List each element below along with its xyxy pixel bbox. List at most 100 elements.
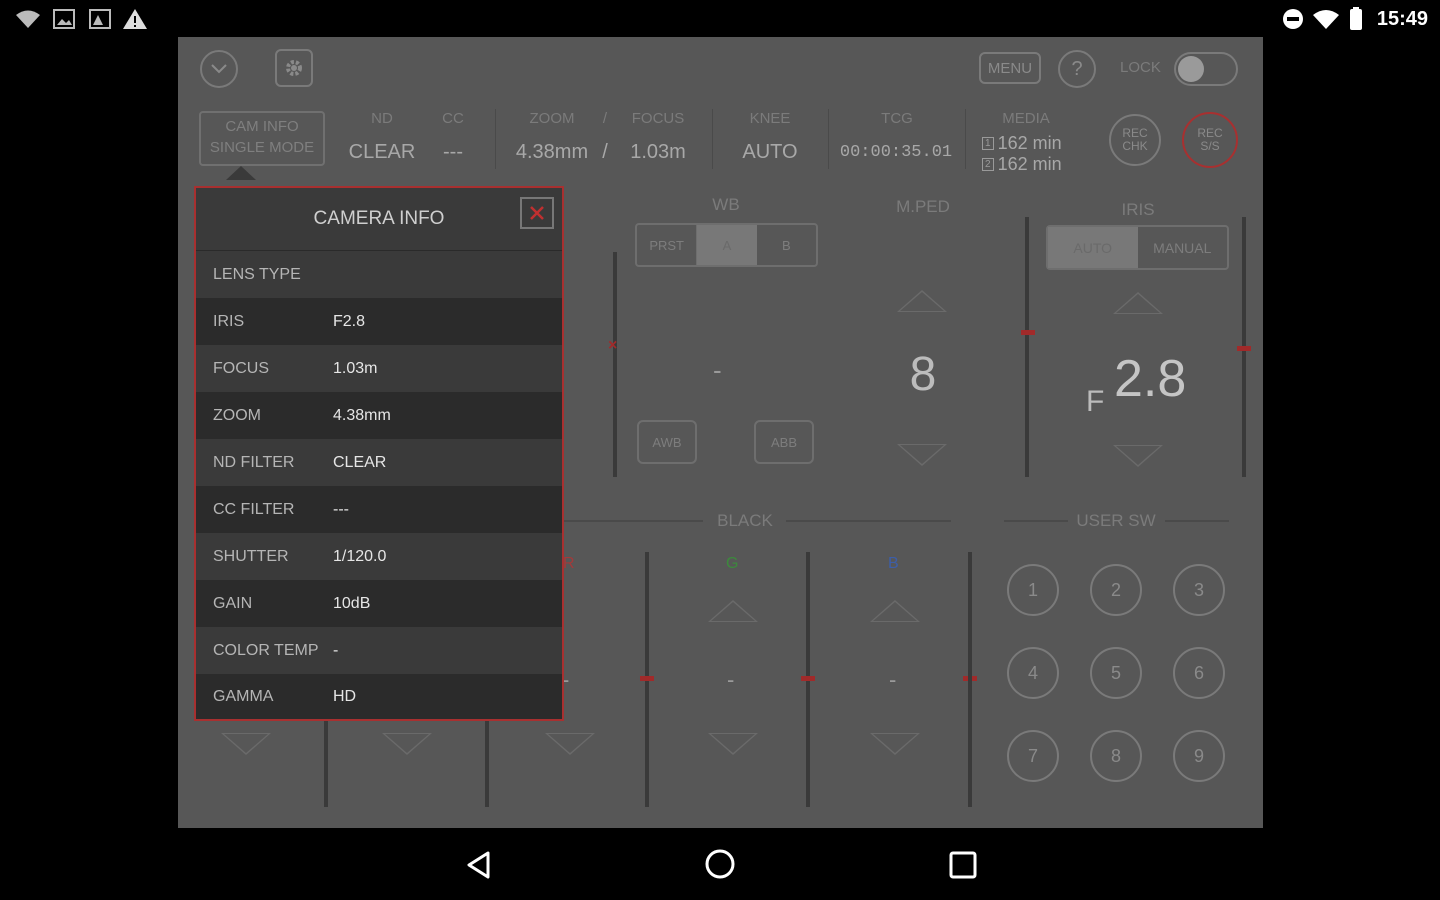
user-sw-1[interactable]: 1 bbox=[1007, 564, 1059, 616]
media-slot-1-number: 1 bbox=[982, 137, 994, 150]
usersw-title: USER SW bbox=[1076, 511, 1156, 530]
wb-a-button[interactable]: A bbox=[697, 225, 757, 265]
navigation-bar bbox=[0, 828, 1440, 900]
info-row-shutter: SHUTTER 1/120.0 bbox=[196, 533, 562, 580]
col1-down-button[interactable] bbox=[221, 733, 271, 755]
col3-down-button[interactable] bbox=[545, 733, 595, 755]
media-slot-2-number: 2 bbox=[982, 158, 994, 171]
settings-button[interactable] bbox=[275, 49, 313, 87]
rec-start-stop-line2: S/S bbox=[1200, 139, 1220, 153]
user-sw-6[interactable]: 6 bbox=[1173, 647, 1225, 699]
info-value: - bbox=[333, 641, 339, 659]
zoom-value: 4.38mm bbox=[515, 141, 589, 163]
wb-value: - bbox=[713, 355, 722, 385]
iris-mode-selector: AUTO MANUAL bbox=[1046, 225, 1229, 270]
info-row-nd-filter: ND FILTER CLEAR bbox=[196, 439, 562, 486]
info-row-zoom: ZOOM 4.38mm bbox=[196, 392, 562, 439]
iris-manual-button[interactable]: MANUAL bbox=[1138, 227, 1228, 268]
wifi-signal-icon bbox=[1313, 10, 1339, 29]
mped-down-button[interactable] bbox=[897, 444, 947, 466]
wb-slider-marker: × bbox=[608, 337, 618, 354]
black-b-up-button[interactable] bbox=[870, 600, 920, 622]
do-not-disturb-icon bbox=[1283, 9, 1303, 29]
wb-b-button[interactable]: B bbox=[757, 225, 816, 265]
col2-track[interactable] bbox=[485, 720, 489, 807]
mped-title: M.PED bbox=[896, 197, 950, 216]
knee-label: KNEE bbox=[749, 110, 791, 127]
menu-button[interactable]: MENU bbox=[979, 52, 1041, 84]
recents-icon[interactable] bbox=[948, 850, 978, 880]
abb-button[interactable]: ABB bbox=[754, 420, 814, 464]
info-label: ZOOM bbox=[213, 406, 261, 424]
black-b-right-track[interactable] bbox=[968, 552, 972, 807]
battery-icon bbox=[1350, 7, 1362, 30]
back-icon[interactable] bbox=[464, 850, 494, 880]
gear-icon bbox=[286, 60, 302, 76]
separator bbox=[828, 109, 829, 169]
rec-check-button[interactable]: REC CHK bbox=[1109, 114, 1161, 166]
user-sw-7[interactable]: 7 bbox=[1007, 730, 1059, 782]
header-slash-label: / bbox=[602, 110, 608, 127]
iris-left-track[interactable] bbox=[1025, 217, 1029, 477]
tcg-label: TCG bbox=[881, 110, 913, 127]
black-g-value: - bbox=[727, 667, 735, 692]
user-sw-4[interactable]: 4 bbox=[1007, 647, 1059, 699]
black-g-label: G bbox=[726, 555, 739, 572]
iris-f-prefix: F bbox=[1086, 385, 1105, 418]
status-bar: 15:49 bbox=[0, 0, 1440, 38]
wifi-icon bbox=[16, 10, 40, 28]
collapse-button[interactable] bbox=[200, 50, 238, 88]
info-row-lens-type: LENS TYPE bbox=[196, 251, 562, 298]
black-g-up-button[interactable] bbox=[708, 600, 758, 622]
camera-info-title: CAMERA INFO bbox=[196, 188, 562, 251]
media-slot-1-value: 162 min bbox=[997, 133, 1062, 153]
black-r-label: R bbox=[563, 555, 575, 572]
usersw-divider-left bbox=[1004, 520, 1068, 522]
black-title: BLACK bbox=[717, 511, 773, 530]
separator bbox=[712, 109, 713, 169]
col2-down-button[interactable] bbox=[382, 733, 432, 755]
help-button[interactable]: ? bbox=[1058, 50, 1096, 88]
black-g-marker bbox=[801, 676, 815, 681]
info-value: 1.03m bbox=[333, 359, 378, 377]
chevron-down-icon bbox=[211, 64, 227, 74]
mped-value: 8 bbox=[909, 348, 937, 401]
focus-label: FOCUS bbox=[631, 110, 685, 127]
iris-auto-button[interactable]: AUTO bbox=[1048, 227, 1138, 268]
close-button[interactable] bbox=[520, 197, 554, 229]
iris-value: 2.8 bbox=[1114, 350, 1187, 408]
wb-slider-track[interactable] bbox=[613, 252, 617, 477]
user-sw-9[interactable]: 9 bbox=[1173, 730, 1225, 782]
warning-icon bbox=[123, 9, 147, 29]
user-sw-2[interactable]: 2 bbox=[1090, 564, 1142, 616]
info-label: GAIN bbox=[213, 594, 253, 612]
black-g-down-button[interactable] bbox=[708, 733, 758, 755]
col1-track[interactable] bbox=[324, 720, 328, 807]
info-label: COLOR TEMP bbox=[213, 641, 319, 659]
awb-button[interactable]: AWB bbox=[637, 420, 697, 464]
cam-info-button[interactable]: CAM INFO SINGLE MODE bbox=[199, 111, 325, 166]
iris-up-button[interactable] bbox=[1113, 292, 1163, 314]
info-label: SHUTTER bbox=[213, 547, 289, 565]
info-row-focus: FOCUS 1.03m bbox=[196, 345, 562, 392]
mped-up-button[interactable] bbox=[897, 290, 947, 312]
black-b-down-button[interactable] bbox=[870, 733, 920, 755]
black-divider-right bbox=[786, 520, 951, 522]
info-label: ND FILTER bbox=[213, 453, 295, 471]
close-icon bbox=[530, 206, 544, 220]
info-row-gain: GAIN 10dB bbox=[196, 580, 562, 627]
info-row-iris: IRIS F2.8 bbox=[196, 298, 562, 345]
user-sw-8[interactable]: 8 bbox=[1090, 730, 1142, 782]
user-sw-5[interactable]: 5 bbox=[1090, 647, 1142, 699]
wb-prst-button[interactable]: PRST bbox=[637, 225, 698, 265]
home-icon[interactable] bbox=[704, 848, 736, 880]
iris-down-button[interactable] bbox=[1113, 445, 1163, 467]
lock-toggle-knob bbox=[1178, 56, 1204, 82]
media-slot-2: 2 162 min bbox=[982, 154, 1062, 175]
lock-toggle[interactable] bbox=[1174, 52, 1238, 86]
usersw-divider-right bbox=[1165, 520, 1229, 522]
rec-start-stop-button[interactable]: REC S/S bbox=[1182, 112, 1238, 168]
camera-info-popup: CAMERA INFO LENS TYPE IRIS F2.8 FOCUS 1.… bbox=[194, 186, 564, 721]
user-sw-3[interactable]: 3 bbox=[1173, 564, 1225, 616]
cam-info-line2: SINGLE MODE bbox=[209, 139, 315, 156]
